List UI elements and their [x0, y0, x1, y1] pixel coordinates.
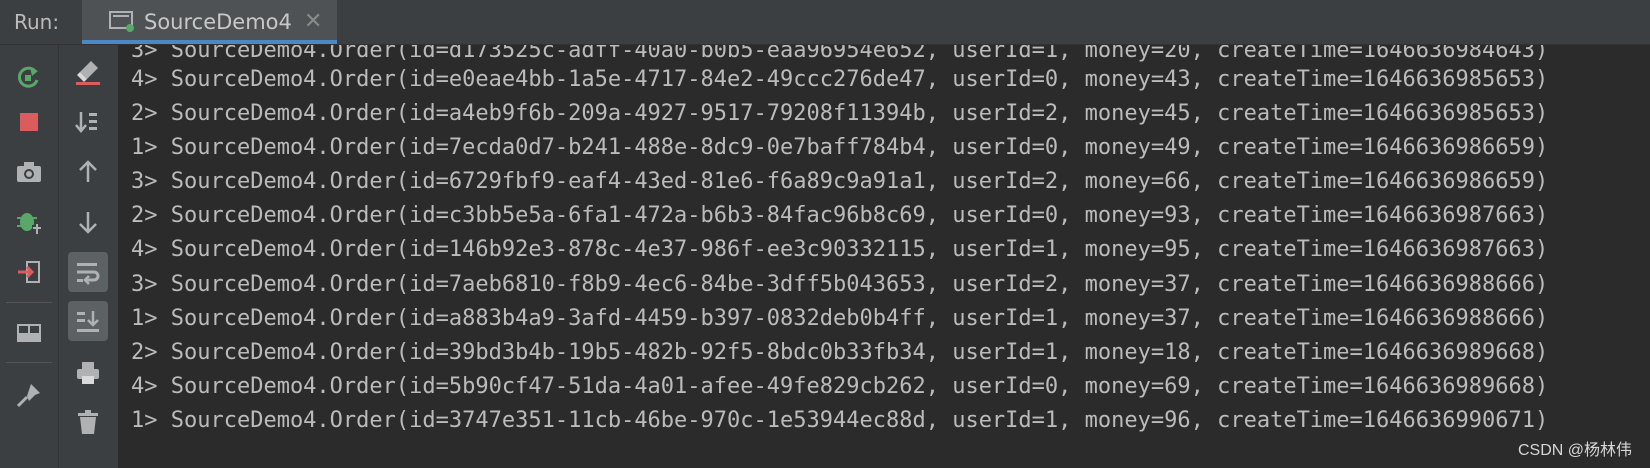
- toolbar-divider: [6, 302, 52, 303]
- console-line: 4> SourceDemo4.Order(id=146b92e3-878c-4e…: [131, 237, 1549, 262]
- console-line: 3> SourceDemo4.Order(id=7aeb6810-f8b9-4e…: [131, 272, 1549, 297]
- up-arrow-icon[interactable]: [68, 152, 108, 192]
- run-toolbar-secondary: [59, 45, 119, 468]
- stop-icon[interactable]: [9, 102, 49, 142]
- exit-icon[interactable]: [9, 252, 49, 292]
- console-line: 4> SourceDemo4.Order(id=5b90cf47-51da-4a…: [131, 374, 1549, 399]
- console-line: 3> SourceDemo4.Order(id=6729fbf9-eaf4-43…: [131, 169, 1549, 194]
- console-line: 3> SourceDemo4.Order(id=d173525c-adff-40…: [131, 45, 1549, 63]
- close-icon[interactable]: ✕: [304, 9, 322, 34]
- pin-icon[interactable]: [9, 375, 49, 415]
- console-line: 1> SourceDemo4.Order(id=7ecda0d7-b241-48…: [131, 135, 1549, 160]
- clear-console-icon[interactable]: [68, 52, 108, 92]
- console-line: 4> SourceDemo4.Order(id=e0eae4bb-1a5e-47…: [131, 67, 1549, 92]
- tab-sourcedemo4[interactable]: SourceDemo4 ✕: [82, 0, 337, 44]
- toolbar-divider: [6, 362, 52, 363]
- run-config-icon: [108, 9, 136, 33]
- print-icon[interactable]: [68, 353, 108, 393]
- camera-icon[interactable]: [9, 152, 49, 192]
- run-toolwindow-header: Run: SourceDemo4 ✕: [0, 0, 1650, 45]
- rerun-icon[interactable]: [9, 57, 49, 97]
- run-toolbar-primary: [0, 45, 59, 468]
- console-output[interactable]: 3> SourceDemo4.Order(id=d173525c-adff-40…: [119, 45, 1650, 468]
- console-line: 1> SourceDemo4.Order(id=3747e351-11cb-46…: [131, 408, 1549, 433]
- console-line: 1> SourceDemo4.Order(id=a883b4a9-3afd-44…: [131, 306, 1549, 331]
- down-arrow-icon[interactable]: [68, 202, 108, 242]
- layout-icon[interactable]: [9, 313, 49, 353]
- run-label: Run:: [14, 10, 60, 34]
- soft-wrap-icon[interactable]: [68, 252, 108, 292]
- console-line: 2> SourceDemo4.Order(id=a4eb9f6b-209a-49…: [131, 101, 1549, 126]
- watermark-text: CSDN @杨林伟: [1513, 436, 1636, 460]
- debug-rerun-icon[interactable]: [9, 202, 49, 242]
- trash-icon[interactable]: [68, 402, 108, 442]
- scroll-to-end-icon[interactable]: [68, 301, 108, 341]
- console-line: 2> SourceDemo4.Order(id=c3bb5e5a-6fa1-47…: [131, 203, 1549, 228]
- sort-icon[interactable]: [68, 102, 108, 142]
- tab-active-indicator: [82, 40, 337, 44]
- tab-title: SourceDemo4: [144, 10, 292, 34]
- console-line: 2> SourceDemo4.Order(id=39bd3b4b-19b5-48…: [131, 340, 1549, 365]
